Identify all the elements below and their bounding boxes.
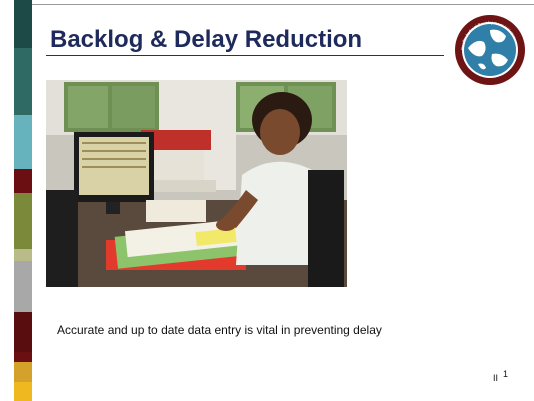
sidebar-block (14, 0, 32, 48)
slide-caption: Accurate and up to date data entry is vi… (57, 323, 382, 337)
sidebar-block (14, 169, 32, 193)
slide-sidebar-color-blocks (14, 0, 32, 401)
sidebar-block (14, 362, 32, 382)
top-rule (32, 4, 534, 5)
pjdi-logo: Pacific Judicial Development Initiative (455, 15, 525, 85)
page-mark: II (493, 373, 499, 383)
sidebar-block (14, 261, 32, 312)
sidebar-block (14, 115, 32, 169)
page-number: 1 (503, 369, 509, 379)
sidebar-block (14, 193, 32, 249)
sidebar-block (14, 249, 32, 261)
sidebar-block (14, 48, 32, 115)
sidebar-block (14, 352, 32, 362)
title-underline (46, 55, 444, 56)
sidebar-block (14, 312, 32, 352)
slide-title: Backlog & Delay Reduction (50, 26, 363, 53)
sidebar-block (14, 382, 32, 401)
office-photo (46, 80, 347, 287)
